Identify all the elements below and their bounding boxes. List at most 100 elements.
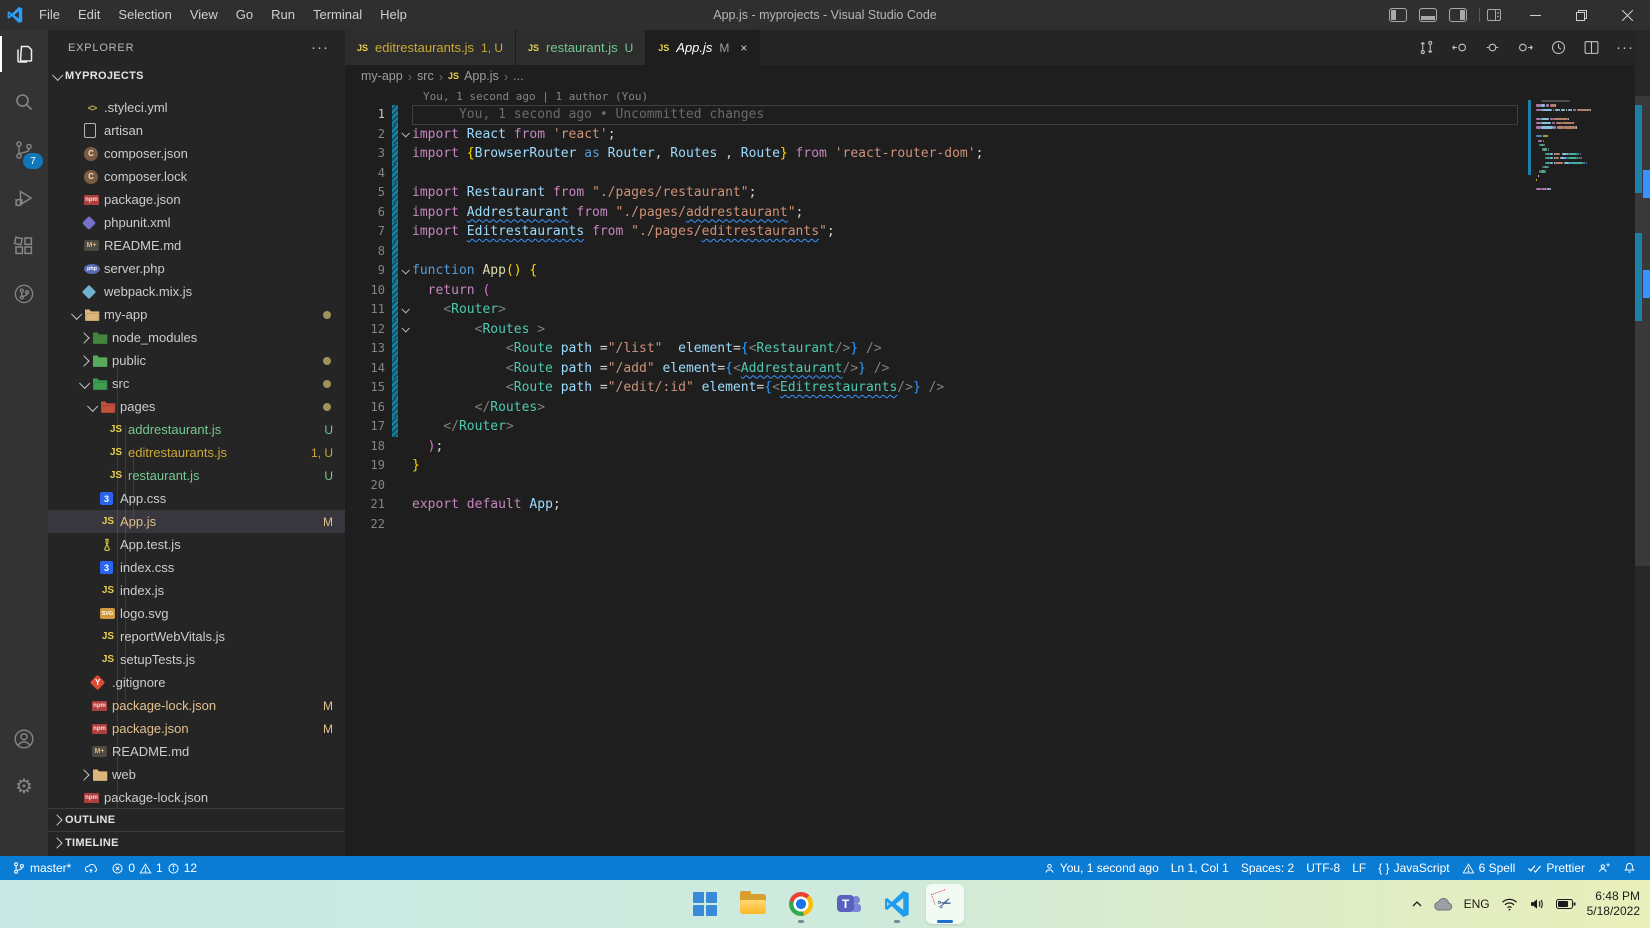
taskbar-snipping-tool-icon[interactable]: ✂: [926, 884, 964, 924]
tree-item-restaurant-js[interactable]: JSrestaurant.jsU: [48, 464, 345, 487]
fold-chevron-icon[interactable]: [398, 131, 412, 137]
indentation[interactable]: Spaces: 2: [1235, 861, 1300, 875]
more-actions-icon[interactable]: ···: [1616, 39, 1634, 56]
taskbar-teams-icon[interactable]: T: [830, 884, 868, 924]
menu-help[interactable]: Help: [371, 0, 416, 30]
code-line-5[interactable]: 5import Restaurant from "./pages/restaur…: [345, 183, 1650, 203]
timeline-icon[interactable]: [1550, 39, 1567, 56]
fold-chevron-icon[interactable]: [398, 268, 412, 274]
minimap[interactable]: [1528, 100, 1634, 240]
tree-item-artisan[interactable]: artisan: [48, 119, 345, 142]
code-line-4[interactable]: 4: [345, 164, 1650, 184]
activity-explorer-icon[interactable]: [0, 30, 48, 78]
section-myprojects[interactable]: MYPROJECTS: [48, 65, 345, 87]
breadcrumb-item--[interactable]: ...: [513, 69, 523, 83]
encoding[interactable]: UTF-8: [1300, 861, 1346, 875]
taskbar-start-icon[interactable]: [686, 884, 724, 924]
section-timeline[interactable]: TIMELINE: [48, 831, 345, 854]
code-line-18[interactable]: 18 );: [345, 437, 1650, 457]
code-line-20[interactable]: 20: [345, 476, 1650, 496]
code-line-21[interactable]: 21export default App;: [345, 495, 1650, 515]
tree-item-package-json[interactable]: npmpackage.jsonM: [48, 717, 345, 740]
menu-file[interactable]: File: [30, 0, 69, 30]
activity-extensions-icon[interactable]: [0, 222, 48, 270]
code-line-10[interactable]: 10 return (: [345, 281, 1650, 301]
breadcrumb-item-my-app[interactable]: my-app: [361, 69, 403, 83]
fold-chevron-icon[interactable]: [398, 307, 412, 313]
menu-go[interactable]: Go: [227, 0, 262, 30]
activity-gitlens-icon[interactable]: [0, 270, 48, 318]
minimize-button[interactable]: [1512, 0, 1558, 30]
tree-item-readme-md[interactable]: M+README.md: [48, 234, 345, 257]
breadcrumb-item-src[interactable]: src: [417, 69, 434, 83]
code-line-22[interactable]: 22: [345, 515, 1650, 535]
battery-icon[interactable]: [1556, 899, 1576, 910]
code-line-17[interactable]: 17 </Router>: [345, 417, 1650, 437]
tree-item-index-css[interactable]: 3index.css: [48, 556, 345, 579]
blame-status[interactable]: You, 1 second ago: [1037, 861, 1165, 875]
tree-item-public[interactable]: public: [48, 349, 345, 372]
code-line-8[interactable]: 8: [345, 242, 1650, 262]
open-change-icon[interactable]: [1484, 39, 1501, 56]
toggle-panel-icon[interactable]: [1419, 8, 1437, 22]
tree-item-editrestaurants-js[interactable]: JSeditrestaurants.js1, U: [48, 441, 345, 464]
fold-chevron-icon[interactable]: [398, 326, 412, 332]
tree-item-my-app[interactable]: my-app: [48, 303, 345, 326]
scrollbar[interactable]: [1635, 30, 1650, 856]
tree-item-readme-md[interactable]: M+README.md: [48, 740, 345, 763]
tree-item-index-js[interactable]: JSindex.js: [48, 579, 345, 602]
code-line-9[interactable]: 9function App() {: [345, 261, 1650, 281]
notifications-bell-icon[interactable]: [1617, 861, 1642, 875]
explorer-actions-icon[interactable]: ···: [311, 39, 329, 56]
activity-accounts-icon[interactable]: [0, 715, 48, 763]
tree-item-web[interactable]: web: [48, 763, 345, 786]
tree-item-reportwebvitals-js[interactable]: JSreportWebVitals.js: [48, 625, 345, 648]
code-line-19[interactable]: 19}: [345, 456, 1650, 476]
tree-item-webpack-mix-js[interactable]: webpack.mix.js: [48, 280, 345, 303]
code-line-2[interactable]: 2import React from 'react';: [345, 125, 1650, 145]
code-line-16[interactable]: 16 </Routes>: [345, 398, 1650, 418]
toggle-sidebar-icon[interactable]: [1389, 8, 1407, 22]
code-line-13[interactable]: 13 <Route path ="/list" element={<Restau…: [345, 339, 1650, 359]
next-change-icon[interactable]: [1517, 39, 1534, 56]
taskbar-chrome-icon[interactable]: [782, 884, 820, 924]
activity-search-icon[interactable]: [0, 78, 48, 126]
activity-run-debug-icon[interactable]: [0, 174, 48, 222]
sync-changes-button[interactable]: [77, 861, 105, 875]
spell-checker-status[interactable]: 6 Spell: [1456, 861, 1522, 875]
menu-view[interactable]: View: [181, 0, 227, 30]
tree-item-app-js[interactable]: JSApp.jsM: [48, 510, 345, 533]
menu-terminal[interactable]: Terminal: [304, 0, 371, 30]
tree-item-addrestaurant-js[interactable]: JSaddrestaurant.jsU: [48, 418, 345, 441]
tree-item-setuptests-js[interactable]: JSsetupTests.js: [48, 648, 345, 671]
tree-item-node-modules[interactable]: node_modules: [48, 326, 345, 349]
cursor-position[interactable]: Ln 1, Col 1: [1165, 861, 1235, 875]
taskbar-file-explorer-icon[interactable]: [734, 884, 772, 924]
problems-indicator[interactable]: 0 1 12: [105, 861, 203, 875]
branch-indicator[interactable]: master*: [6, 861, 77, 875]
tree-item-app-test-js[interactable]: App.test.js: [48, 533, 345, 556]
clock[interactable]: 6:48 PM 5/18/2022: [1587, 889, 1640, 919]
tree-item-composer-lock[interactable]: Ccomposer.lock: [48, 165, 345, 188]
menu-edit[interactable]: Edit: [69, 0, 109, 30]
previous-change-icon[interactable]: [1451, 39, 1468, 56]
tree-item-phpunit-xml[interactable]: phpunit.xml: [48, 211, 345, 234]
tab-editrestaurants.js[interactable]: JSeditrestaurants.js1, U: [345, 30, 516, 65]
tree-item-composer-json[interactable]: Ccomposer.json: [48, 142, 345, 165]
feedback-icon[interactable]: [1591, 862, 1617, 875]
tree-item-package-lock-json[interactable]: npmpackage-lock.json: [48, 786, 345, 808]
tree-item--gitignore[interactable]: Y.gitignore: [48, 671, 345, 694]
code-line-1[interactable]: 1 You, 1 second ago • Uncommitted change…: [345, 105, 1650, 125]
keyboard-language[interactable]: ENG: [1464, 897, 1490, 911]
restore-button[interactable]: [1558, 0, 1604, 30]
tree-item-package-json[interactable]: npmpackage.json: [48, 188, 345, 211]
compare-changes-icon[interactable]: [1418, 39, 1435, 56]
tree-item-logo-svg[interactable]: SVGlogo.svg: [48, 602, 345, 625]
tree-item-src[interactable]: src: [48, 372, 345, 395]
code-line-15[interactable]: 15 <Route path ="/edit/:id" element={<Ed…: [345, 378, 1650, 398]
tab-app.js[interactable]: JSApp.jsM×: [646, 30, 760, 65]
code-line-12[interactable]: 12 <Routes >: [345, 320, 1650, 340]
onedrive-icon[interactable]: [1434, 897, 1453, 911]
menu-selection[interactable]: Selection: [109, 0, 180, 30]
activity-settings-icon[interactable]: ⚙: [0, 763, 48, 811]
